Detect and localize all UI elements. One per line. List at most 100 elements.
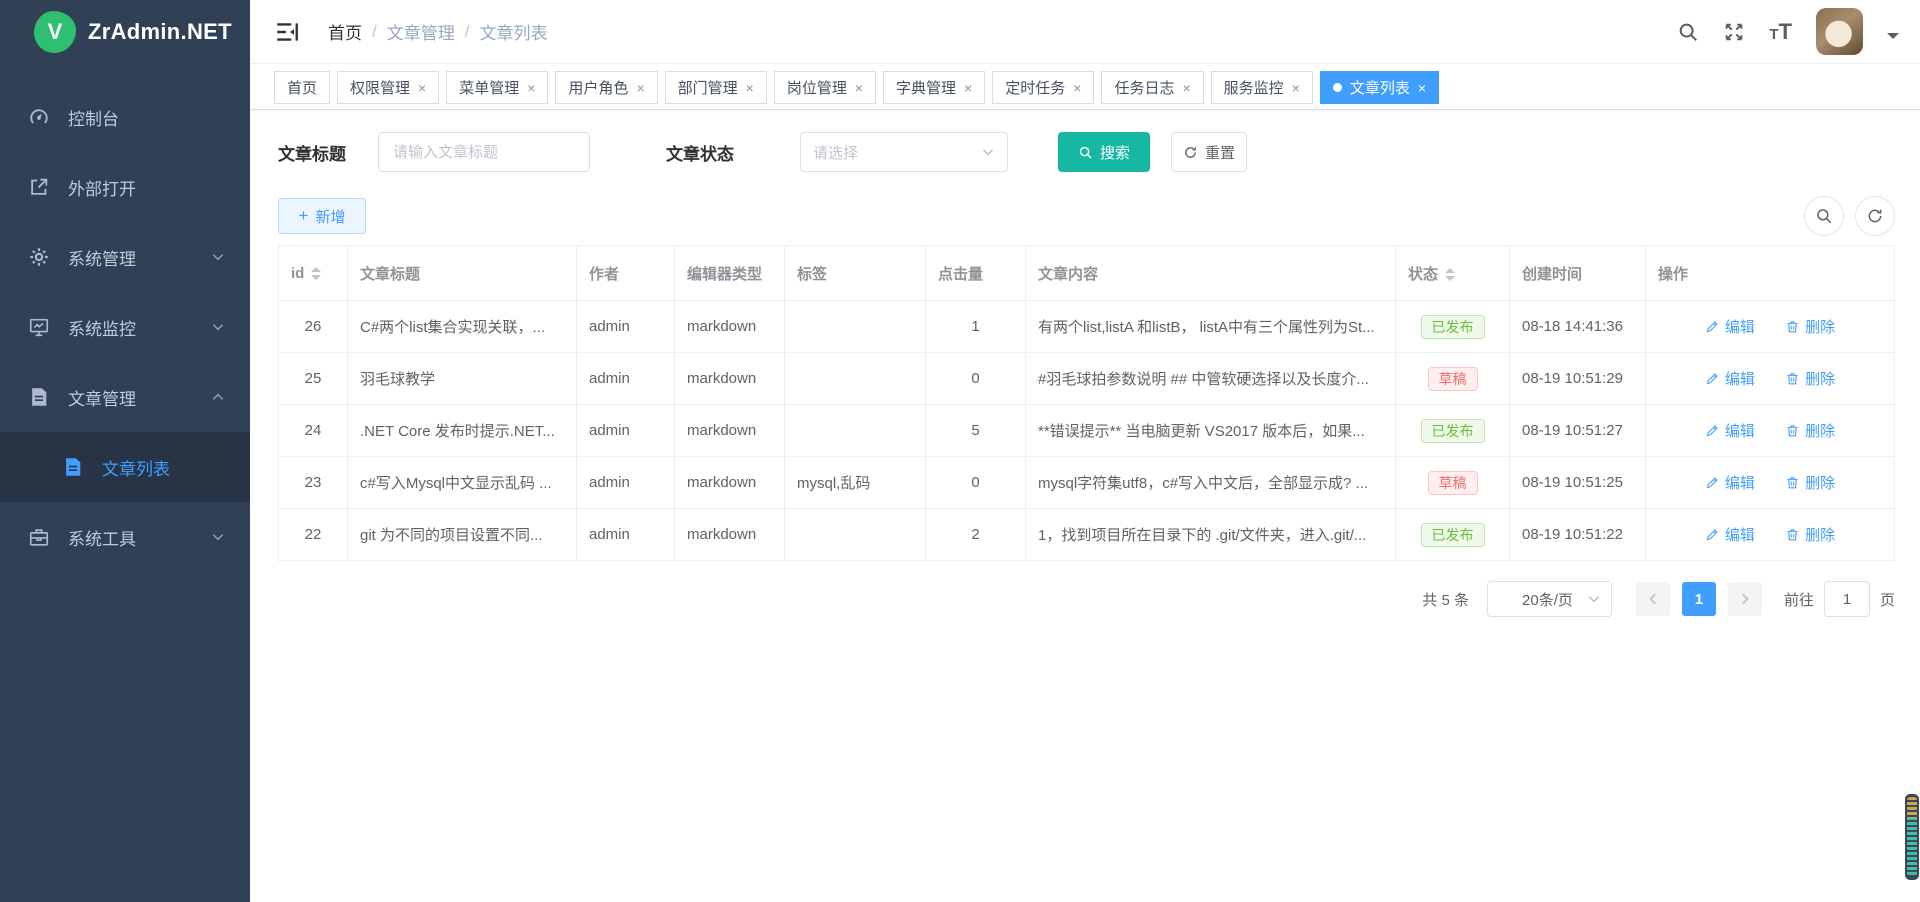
page-size-value: 20条/页 xyxy=(1508,589,1587,610)
tab-label: 权限管理 xyxy=(350,77,410,98)
font-size-icon[interactable]: TT xyxy=(1769,19,1792,45)
status-badge: 草稿 xyxy=(1428,471,1478,495)
goto-page-input[interactable] xyxy=(1824,581,1870,617)
tab[interactable]: 岗位管理 × xyxy=(774,71,876,104)
search-icon[interactable] xyxy=(1677,21,1699,43)
cell-created-time: 08-19 10:51:22 xyxy=(1510,509,1646,561)
search-button-label: 搜索 xyxy=(1100,142,1130,163)
tab-close-icon[interactable]: × xyxy=(418,81,426,95)
gear-icon xyxy=(28,246,50,268)
tab[interactable]: 用户角色 × xyxy=(555,71,657,104)
cell-clicks: 0 xyxy=(926,353,1026,405)
next-page-button[interactable] xyxy=(1728,582,1762,616)
sidebar-item-label: 系统监控 xyxy=(68,315,211,340)
tab-label: 部门管理 xyxy=(678,77,738,98)
tab[interactable]: 任务日志 × xyxy=(1101,71,1203,104)
breadcrumb-article-management[interactable]: 文章管理 xyxy=(387,19,455,44)
tab-label: 服务监控 xyxy=(1224,77,1284,98)
tab-close-icon[interactable]: × xyxy=(636,81,644,95)
cell-author: admin xyxy=(577,509,675,561)
app-logo[interactable]: V ZrAdmin.NET xyxy=(0,0,250,64)
tab[interactable]: 服务监控 × xyxy=(1211,71,1313,104)
tab-label: 岗位管理 xyxy=(787,77,847,98)
user-avatar[interactable] xyxy=(1816,8,1863,55)
edit-button[interactable]: 编辑 xyxy=(1705,472,1755,493)
refresh-icon[interactable] xyxy=(1855,196,1895,236)
sidebar-item-article-management[interactable]: 文章管理 xyxy=(0,362,250,432)
add-button[interactable]: + 新增 xyxy=(278,198,366,234)
delete-button[interactable]: 删除 xyxy=(1785,524,1835,545)
goto-label: 前往 xyxy=(1784,589,1814,610)
reset-button[interactable]: 重置 xyxy=(1171,132,1247,172)
delete-button[interactable]: 删除 xyxy=(1785,316,1835,337)
prev-page-button[interactable] xyxy=(1636,582,1670,616)
tab-close-icon[interactable]: × xyxy=(855,81,863,95)
delete-label: 删除 xyxy=(1805,316,1835,337)
column-header-status[interactable]: 状态 xyxy=(1396,246,1510,301)
page-size-select[interactable]: 20条/页 xyxy=(1487,581,1612,617)
cell-content: mysql字符集utf8，c#写入中文后，全部显示成? ... xyxy=(1026,457,1396,509)
dashboard-icon xyxy=(28,106,50,128)
sidebar-item-article-list[interactable]: 文章列表 xyxy=(0,432,250,502)
fullscreen-icon[interactable] xyxy=(1723,21,1745,43)
sidebar-fold-icon[interactable] xyxy=(274,19,300,45)
tab[interactable]: 部门管理 × xyxy=(665,71,767,104)
edit-button[interactable]: 编辑 xyxy=(1705,420,1755,441)
sidebar-item-system-management[interactable]: 系统管理 xyxy=(0,222,250,292)
article-title-input[interactable] xyxy=(378,132,590,172)
show-search-icon[interactable] xyxy=(1804,196,1844,236)
column-header-author: 作者 xyxy=(577,246,675,301)
tab[interactable]: 权限管理 × xyxy=(337,71,439,104)
cell-status: 已发布 xyxy=(1396,405,1510,457)
tab-close-icon[interactable]: × xyxy=(527,81,535,95)
edit-button[interactable]: 编辑 xyxy=(1705,316,1755,337)
tab[interactable]: 菜单管理 × xyxy=(446,71,548,104)
table-body: 26 C#两个list集合实现关联，... admin markdown 1 有… xyxy=(279,301,1895,561)
tab-label: 文章列表 xyxy=(1350,77,1410,98)
sort-caret-icon[interactable] xyxy=(1445,268,1455,281)
edit-button[interactable]: 编辑 xyxy=(1705,524,1755,545)
chevron-down-icon xyxy=(211,320,225,334)
search-button[interactable]: 搜索 xyxy=(1058,132,1150,172)
tab-close-icon[interactable]: × xyxy=(1418,81,1426,95)
toolbox-icon xyxy=(28,526,50,548)
delete-button[interactable]: 删除 xyxy=(1785,420,1835,441)
tab-label: 字典管理 xyxy=(896,77,956,98)
cell-created-time: 08-19 10:51:29 xyxy=(1510,353,1646,405)
cell-editor-type: markdown xyxy=(675,405,785,457)
breadcrumb-home[interactable]: 首页 xyxy=(328,19,362,44)
sidebar-item-system-tools[interactable]: 系统工具 xyxy=(0,502,250,572)
tab[interactable]: 文章列表 × xyxy=(1320,71,1439,104)
delete-button[interactable]: 删除 xyxy=(1785,472,1835,493)
breadcrumb-separator: / xyxy=(372,22,377,42)
tab-close-icon[interactable]: × xyxy=(964,81,972,95)
article-status-select[interactable]: 请选择 xyxy=(800,132,1008,172)
sort-caret-icon[interactable] xyxy=(311,267,321,280)
cell-id: 25 xyxy=(279,353,348,405)
tab[interactable]: 首页 xyxy=(274,71,330,104)
page-number-button[interactable]: 1 xyxy=(1682,582,1716,616)
cell-editor-type: markdown xyxy=(675,509,785,561)
cell-tag xyxy=(785,301,926,353)
edit-button[interactable]: 编辑 xyxy=(1705,368,1755,389)
tab[interactable]: 定时任务 × xyxy=(992,71,1094,104)
plus-icon: + xyxy=(299,206,309,226)
sidebar-item-system-monitor[interactable]: 系统监控 xyxy=(0,292,250,362)
cell-tag: mysql,乱码 xyxy=(785,457,926,509)
chevron-up-icon xyxy=(211,390,225,404)
sidebar-item-external-open[interactable]: 外部打开 xyxy=(0,152,250,222)
status-badge: 草稿 xyxy=(1428,367,1478,391)
user-menu-caret-icon[interactable] xyxy=(1887,33,1899,45)
column-header-tag: 标签 xyxy=(785,246,926,301)
tab-close-icon[interactable]: × xyxy=(746,81,754,95)
top-bar: 首页 / 文章管理 / 文章列表 TT xyxy=(250,0,1920,64)
delete-button[interactable]: 删除 xyxy=(1785,368,1835,389)
cell-created-time: 08-19 10:51:25 xyxy=(1510,457,1646,509)
tab-close-icon[interactable]: × xyxy=(1182,81,1190,95)
tab[interactable]: 字典管理 × xyxy=(883,71,985,104)
column-header-id[interactable]: id xyxy=(279,246,348,301)
tab-close-icon[interactable]: × xyxy=(1073,81,1081,95)
sidebar-item-dashboard[interactable]: 控制台 xyxy=(0,82,250,152)
table-toolbar: + 新增 xyxy=(278,196,1895,236)
tab-close-icon[interactable]: × xyxy=(1292,81,1300,95)
